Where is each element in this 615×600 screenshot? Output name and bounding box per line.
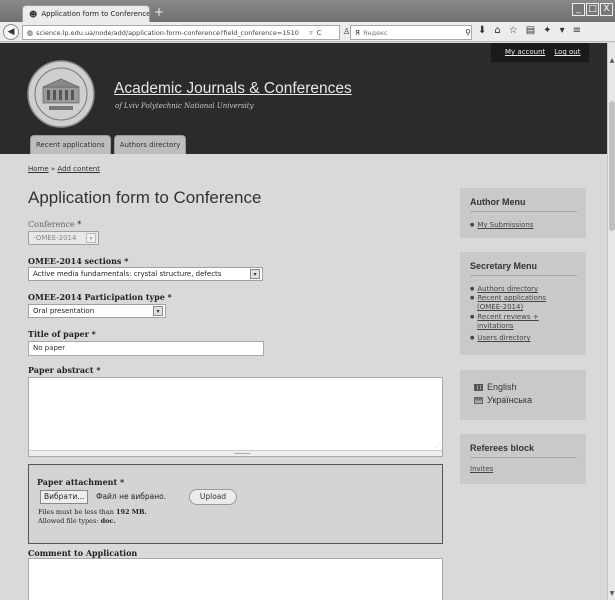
language-english[interactable]: English xyxy=(474,382,517,392)
site-header: Academic Journals & Conferences of Lviv … xyxy=(0,43,607,154)
logout-link[interactable]: Log out xyxy=(554,48,580,62)
scroll-thumb[interactable] xyxy=(609,101,615,231)
url-text: science.lp.edu.ua/node/add/application-f… xyxy=(36,28,299,37)
main-menu: Recent applications Authors directory xyxy=(30,135,187,154)
breadcrumb-home-link[interactable]: Home xyxy=(28,165,49,173)
secretary-menu-item: ● Authors directory xyxy=(470,285,539,293)
file-types-note: Allowed file types: doc. xyxy=(38,517,116,525)
secretary-menu-item: ● Recent applications xyxy=(470,294,547,302)
chevron-down-icon: ▾ xyxy=(86,233,96,243)
tab-title: Application form to Conference | ... xyxy=(41,10,149,18)
download-icon[interactable]: ⬇ xyxy=(478,25,486,36)
abstract-label: Paper abstract * xyxy=(28,365,101,375)
reload-icon[interactable]: C xyxy=(317,29,322,37)
recent-reviews-link[interactable]: Recent reviews + xyxy=(477,313,538,321)
toolbar-icons: ⬇ ⌂ ☆ ▤ ✦ ▾ ≡ xyxy=(478,25,581,36)
browse-button[interactable]: Вибрати... xyxy=(40,490,89,504)
attachment-label: Paper attachment * xyxy=(37,477,125,487)
university-seal-icon[interactable] xyxy=(26,59,96,129)
yandex-icon: Я xyxy=(355,28,360,37)
author-menu-item: ● My Submissions xyxy=(470,221,534,229)
address-bar[interactable]: ◍ science.lp.edu.ua/node/add/application… xyxy=(22,25,340,40)
uk-flag-icon xyxy=(474,383,483,391)
globe-icon: ◍ xyxy=(27,28,34,37)
my-submissions-link[interactable]: My Submissions xyxy=(477,221,533,229)
attachment-fieldset: Paper attachment * Вибрати... Файл не ви… xyxy=(28,464,443,544)
author-menu-title: Author Menu xyxy=(470,197,526,207)
referees-item: Invites xyxy=(470,465,493,474)
secretary-menu-item: (OMEE-2014) xyxy=(477,303,523,312)
back-arrow-icon[interactable]: ◀ xyxy=(3,24,19,40)
site-title-link[interactable]: Academic Journals & Conferences xyxy=(114,80,352,98)
addon-icon[interactable]: ✦ xyxy=(543,25,551,36)
menu-icon[interactable]: ≡ xyxy=(573,25,581,36)
chevron-down-icon[interactable]: ▾ xyxy=(153,306,163,316)
tab-recent-applications[interactable]: Recent applications xyxy=(30,135,111,154)
page-title: Application form to Conference xyxy=(28,188,262,207)
referees-title: Referees block xyxy=(470,443,535,453)
my-account-link[interactable]: My account xyxy=(505,48,545,62)
minimize-button[interactable]: _ xyxy=(572,3,585,16)
conference-select: -OMEE-2014 ▾ xyxy=(28,231,99,245)
recent-reviews-link-cont[interactable]: invitations xyxy=(477,322,514,330)
breadcrumb: Home » Add content xyxy=(28,165,100,173)
browser-titlebar: ☻ Application form to Conference | ... +… xyxy=(0,0,615,22)
resize-handle-icon[interactable]: ⋰ xyxy=(435,442,441,449)
secretary-menu-title: Secretary Menu xyxy=(470,261,538,271)
secretary-menu-item: ● Users directory xyxy=(470,334,531,342)
star-icon[interactable]: ☆ xyxy=(509,25,518,36)
chevron-down-icon[interactable]: ▾ xyxy=(560,25,565,36)
tab-authors-directory[interactable]: Authors directory xyxy=(113,135,187,154)
authors-directory-link[interactable]: Authors directory xyxy=(477,285,538,293)
search-input[interactable]: Яндекс xyxy=(363,29,462,37)
participation-select[interactable]: Oral presentation ▾ xyxy=(28,304,166,318)
secretary-menu-item: invitations xyxy=(477,322,514,331)
sections-select[interactable]: Active media fundamentals: crystal struc… xyxy=(28,267,263,281)
maximize-button[interactable]: □ xyxy=(586,3,599,16)
secondary-menu: My account Log out xyxy=(491,43,589,62)
upload-button[interactable]: Upload xyxy=(189,489,237,505)
site-slogan: of Lviv Polytechnic National University xyxy=(115,102,254,110)
title-label: Title of paper * xyxy=(28,329,96,339)
browser-tab[interactable]: ☻ Application form to Conference | ... xyxy=(22,5,150,22)
comment-label: Comment to Application xyxy=(28,548,138,558)
close-button[interactable]: X xyxy=(600,3,613,16)
abstract-textarea[interactable]: ⋰ xyxy=(28,377,443,457)
recent-applications-link-cont[interactable]: (OMEE-2014) xyxy=(477,303,523,311)
window-controls: _ □ X xyxy=(572,3,613,16)
search-icon[interactable]: ⚲ xyxy=(465,28,471,37)
page-viewport: Academic Journals & Conferences of Lviv … xyxy=(0,43,607,600)
textarea-grip[interactable] xyxy=(29,450,442,456)
breadcrumb-current-link[interactable]: Add content xyxy=(57,165,100,173)
page-icon: ☻ xyxy=(29,9,38,19)
browser-navbar: ◀ ◍ science.lp.edu.ua/node/add/applicati… xyxy=(0,22,615,42)
chevron-down-icon[interactable]: ▾ xyxy=(250,269,260,279)
page-scrollbar[interactable]: ▲ ▼ xyxy=(607,43,615,600)
title-input[interactable]: No paper xyxy=(28,341,264,356)
secretary-menu-item: ● Recent reviews + xyxy=(470,313,539,321)
secretary-menu-block: Secretary Menu ● Authors directory ● Recen… xyxy=(460,252,586,355)
new-tab-button[interactable]: + xyxy=(154,5,164,19)
dropdown-arrow-icon[interactable]: ▿ xyxy=(309,29,313,37)
participation-label: OMEE-2014 Participation type * xyxy=(28,292,172,302)
scroll-down-icon[interactable]: ▼ xyxy=(608,590,615,598)
home-icon[interactable]: ⌂ xyxy=(494,25,500,36)
scroll-up-icon[interactable]: ▲ xyxy=(608,57,615,65)
comment-textarea[interactable] xyxy=(28,558,443,600)
language-ukrainian[interactable]: Українська xyxy=(474,395,532,405)
recent-applications-link[interactable]: Recent applications xyxy=(477,294,546,302)
invites-link[interactable]: Invites xyxy=(470,465,493,473)
bookmarks-icon[interactable]: ▤ xyxy=(526,25,535,36)
sections-label: OMEE-2014 sections * xyxy=(28,256,129,266)
ua-flag-icon xyxy=(474,396,483,404)
file-size-note: Files must be less than 192 MB. xyxy=(38,508,147,516)
referees-block: Referees block Invites xyxy=(460,434,586,484)
users-directory-link[interactable]: Users directory xyxy=(477,334,530,342)
search-bar[interactable]: Я Яндекс ⚲ xyxy=(350,25,472,40)
author-menu-block: Author Menu ● My Submissions xyxy=(460,188,586,238)
language-block: English Українська xyxy=(460,370,586,420)
file-status: Файл не вибрано. xyxy=(96,492,167,501)
conference-label: Conference * xyxy=(28,220,82,229)
